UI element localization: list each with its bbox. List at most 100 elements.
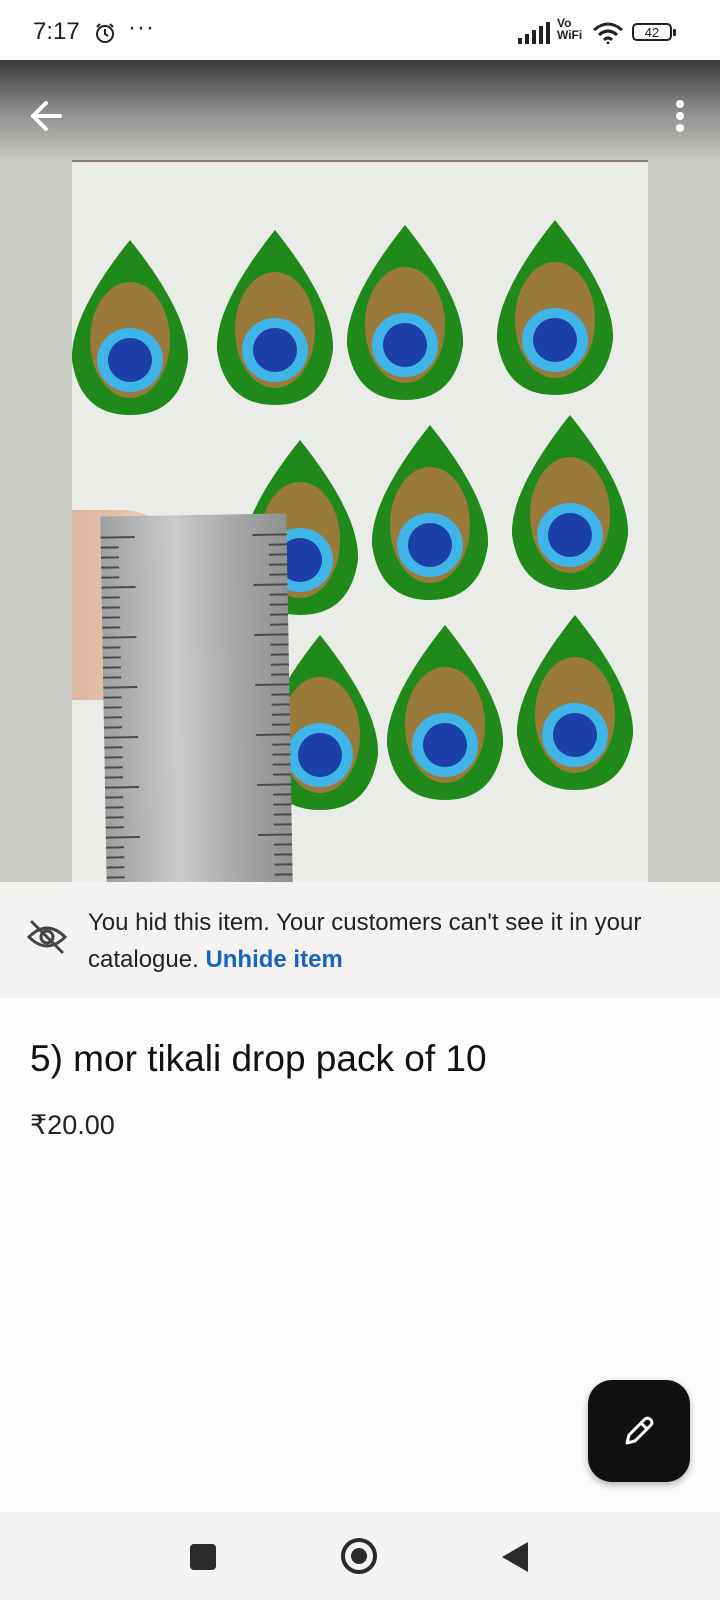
ruler-tick: [101, 596, 120, 599]
ruler-tick: [252, 533, 287, 536]
ruler-tick: [105, 826, 124, 829]
ruler-tick: [104, 776, 123, 779]
ruler-tick: [270, 653, 289, 656]
ruler-tick: [273, 793, 292, 796]
ruler-tick: [104, 736, 139, 739]
ruler-tick: [270, 623, 289, 626]
ruler-tick: [272, 753, 291, 756]
system-nav-bar: [0, 1512, 720, 1600]
ruler-tick: [269, 573, 288, 576]
ruler-tick: [273, 803, 292, 806]
pencil-icon: [625, 1416, 654, 1445]
peacock-feather-sticker: [216, 230, 334, 405]
ruler-tick: [106, 876, 125, 879]
ruler-tick: [273, 823, 292, 826]
peacock-feather-sticker: [346, 225, 464, 400]
ruler-tick: [105, 836, 140, 839]
ruler-tick: [103, 726, 122, 729]
ruler-tick: [105, 796, 124, 799]
app-bar: [0, 60, 720, 162]
eye-off-icon: [26, 920, 68, 954]
ruler-tick: [271, 673, 290, 676]
hidden-notice-text: You hid this item. Your customers can't …: [88, 904, 688, 978]
ruler-tick: [271, 693, 290, 696]
ruler-tick: [253, 583, 288, 586]
ruler-tick: [256, 733, 291, 736]
peacock-feather-sticker: [516, 615, 634, 790]
ruler-tick: [102, 616, 121, 619]
ruler-tick: [102, 666, 121, 669]
ruler-tick: [105, 816, 124, 819]
ruler-tick: [274, 873, 293, 876]
ruler-tick: [103, 696, 122, 699]
back-button[interactable]: [22, 92, 70, 140]
ruler-tick: [274, 853, 293, 856]
ruler-tick: [102, 646, 121, 649]
status-time: 7:17: [33, 18, 80, 45]
peacock-feather-sticker: [371, 425, 489, 600]
ruler-tick: [272, 763, 291, 766]
hidden-notice-message: You hid this item. Your customers can't …: [88, 909, 642, 973]
ruler-tick: [270, 663, 289, 666]
ruler-tick: [102, 626, 121, 629]
ruler-tick: [273, 813, 292, 816]
ruler-tick: [104, 756, 123, 759]
ruler-tick: [103, 676, 122, 679]
more-options-button[interactable]: [668, 92, 692, 140]
peacock-feather-sticker: [386, 625, 504, 800]
ruler-tick: [271, 713, 290, 716]
ruler-tick: [101, 606, 120, 609]
ruler-tick: [269, 603, 288, 606]
ruler-tick: [269, 593, 288, 596]
ruler-tick: [270, 643, 289, 646]
system-back-button[interactable]: [502, 1542, 528, 1572]
ruler-tick: [257, 833, 292, 836]
ruler-tick: [274, 863, 293, 866]
ruler-tick: [104, 766, 123, 769]
wifi-icon: [593, 22, 623, 44]
ruler-tick: [272, 743, 291, 746]
ruler-tick: [106, 846, 125, 849]
ruler-tick: [268, 553, 287, 556]
hidden-item-notice: You hid this item. Your customers can't …: [0, 882, 720, 998]
more-notifications-icon: ···: [128, 14, 155, 41]
ruler-tick: [100, 536, 135, 539]
alarm-icon: [96, 23, 114, 43]
ruler-tick: [100, 556, 120, 559]
recent-apps-button[interactable]: [190, 1544, 216, 1570]
ruler-tick: [104, 746, 123, 749]
product-title: 5) mor tikali drop pack of 10: [30, 1038, 487, 1079]
status-bar: 7:17 ··· Vo WiFi 42: [0, 0, 720, 60]
ruler-tick: [101, 566, 120, 569]
ruler-tick: [103, 706, 122, 709]
unhide-item-link[interactable]: Unhide item: [205, 946, 342, 973]
ruler-tick: [274, 843, 293, 846]
ruler-tick: [106, 866, 125, 869]
photo-ruler: [100, 513, 294, 882]
ruler-tick: [100, 546, 119, 549]
peacock-feather-sticker: [496, 220, 614, 395]
product-price: ₹20.00: [30, 1110, 115, 1140]
peacock-feather-sticker: [71, 240, 189, 415]
ruler-tick: [105, 786, 140, 789]
ruler-tick: [102, 636, 137, 639]
signal-icon: [518, 22, 550, 44]
product-image[interactable]: [0, 60, 720, 882]
ruler-tick: [103, 716, 122, 719]
ruler-tick: [101, 586, 136, 589]
vowifi-icon: Vo WiFi: [557, 16, 583, 42]
ruler-tick: [255, 683, 290, 686]
ruler-tick: [271, 703, 290, 706]
home-button[interactable]: [341, 1538, 377, 1574]
ruler-tick: [105, 806, 124, 809]
ruler-tick: [271, 723, 290, 726]
edit-button[interactable]: [588, 1380, 690, 1482]
ruler-tick: [101, 576, 120, 579]
ruler-tick: [106, 856, 125, 859]
ruler-tick: [254, 633, 289, 636]
ruler-tick: [269, 563, 288, 566]
ruler-tick: [103, 686, 138, 689]
ruler-tick: [102, 656, 121, 659]
ruler-tick: [268, 543, 287, 546]
ruler-tick: [256, 783, 292, 786]
